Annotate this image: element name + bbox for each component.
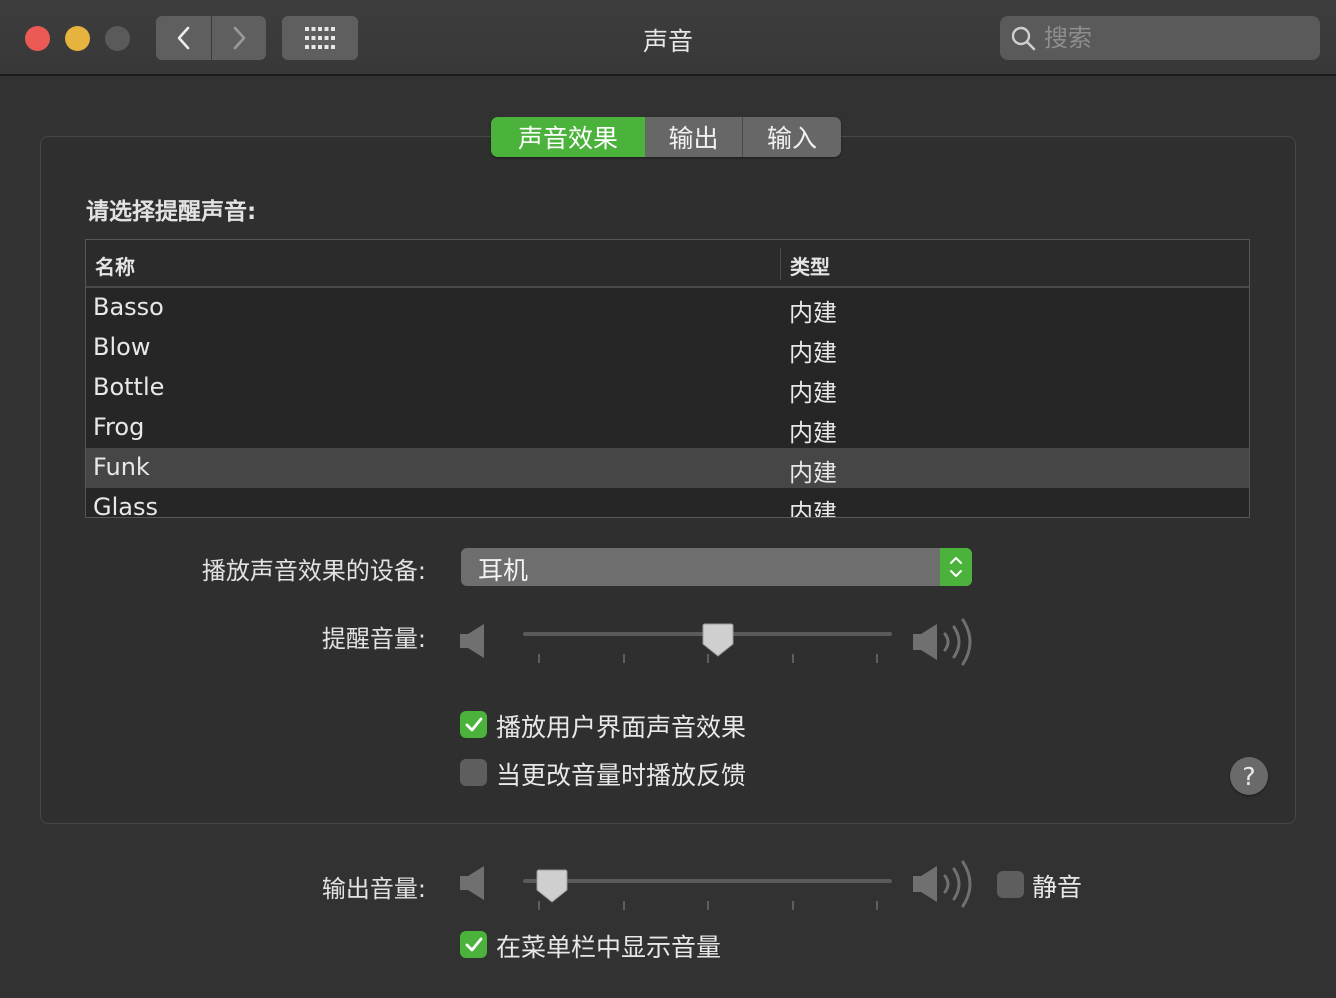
table-row[interactable]: Bottle 内建	[86, 368, 1249, 408]
row-name: Funk	[93, 453, 150, 481]
search-field[interactable]	[1000, 16, 1320, 60]
speaker-low-icon	[460, 866, 484, 900]
tab-sound-effects[interactable]: 声音效果	[491, 117, 645, 157]
popup-stepper[interactable]	[940, 548, 972, 586]
column-header-type[interactable]: 类型	[790, 251, 830, 280]
slider-tick	[792, 654, 794, 663]
tab-output[interactable]: 输出	[645, 117, 743, 157]
title-bar: 声音	[0, 0, 1336, 76]
output-volume-track[interactable]	[523, 879, 892, 883]
mute-checkbox[interactable]	[997, 871, 1024, 898]
row-name: Blow	[93, 333, 151, 361]
row-name: Glass	[93, 493, 158, 518]
device-value: 耳机	[478, 556, 529, 585]
mute-label[interactable]: 静音	[1032, 868, 1082, 904]
column-divider[interactable]	[780, 248, 781, 280]
slider-tick	[623, 654, 625, 663]
speaker-low-icon	[460, 624, 484, 658]
alert-volume-label: 提醒音量:	[321, 625, 426, 653]
table-header: 名称 类型	[86, 240, 1249, 288]
tab-bar: 声音效果 输出 输入	[491, 117, 841, 157]
tab-input[interactable]: 输入	[743, 117, 841, 157]
slider-tick	[792, 901, 794, 910]
speaker-high-icon	[913, 618, 972, 666]
row-type: 内建	[789, 499, 837, 518]
row-type: 内建	[789, 299, 837, 327]
output-volume-label: 输出音量:	[321, 875, 426, 903]
slider-tick	[707, 901, 709, 910]
row-type: 内建	[789, 379, 837, 407]
row-type: 内建	[789, 459, 837, 487]
table-row[interactable]: Basso 内建	[86, 288, 1249, 328]
play-ui-sounds-label[interactable]: 播放用户界面声音效果	[496, 708, 746, 744]
checkmark-icon	[465, 717, 482, 731]
slider-tick	[623, 901, 625, 910]
column-header-name[interactable]: 名称	[95, 251, 135, 280]
slider-tick	[538, 654, 540, 663]
table-row[interactable]: Glass 内建	[86, 488, 1249, 518]
row-name: Frog	[93, 413, 145, 441]
checkmark-icon	[465, 937, 482, 951]
speaker-high-icon	[913, 860, 972, 908]
show-volume-in-menubar-checkbox[interactable]	[460, 931, 487, 958]
device-popup[interactable]: 耳机	[461, 548, 972, 586]
table-row-selected[interactable]: Funk 内建	[86, 448, 1249, 488]
output-volume-slider-thumb[interactable]	[536, 868, 568, 904]
alert-sound-label: 请选择提醒声音:	[86, 199, 257, 225]
alert-volume-slider-thumb[interactable]	[702, 622, 734, 658]
device-label: 播放声音效果的设备:	[201, 557, 426, 585]
chevron-updown-icon	[950, 557, 962, 577]
slider-tick	[876, 901, 878, 910]
table-row[interactable]: Blow 内建	[86, 328, 1249, 368]
show-volume-in-menubar-label[interactable]: 在菜单栏中显示音量	[496, 928, 721, 964]
row-type: 内建	[789, 419, 837, 447]
row-type: 内建	[789, 339, 837, 367]
row-name: Bottle	[93, 373, 165, 401]
slider-tick	[876, 654, 878, 663]
table-row[interactable]: Frog 内建	[86, 408, 1249, 448]
play-ui-sounds-checkbox[interactable]	[460, 711, 487, 738]
row-name: Basso	[93, 293, 164, 321]
search-icon	[1011, 26, 1036, 51]
help-button[interactable]: ?	[1230, 757, 1268, 795]
alert-sound-table[interactable]: 名称 类型 Basso 内建 Blow 内建 Bottle 内建 Frog 内建…	[85, 239, 1250, 518]
feedback-on-change-checkbox[interactable]	[460, 759, 487, 786]
search-input[interactable]	[1044, 24, 1304, 52]
feedback-on-change-label[interactable]: 当更改音量时播放反馈	[496, 756, 746, 792]
